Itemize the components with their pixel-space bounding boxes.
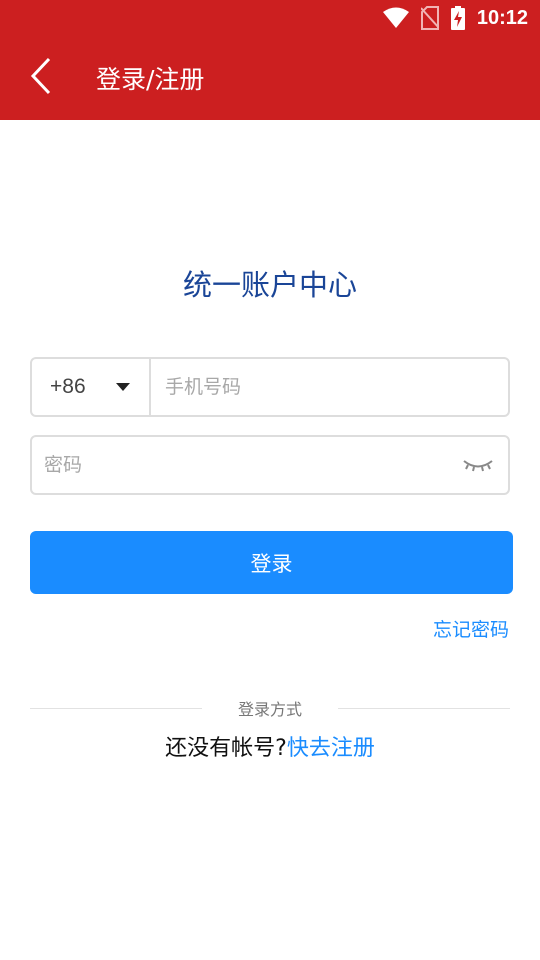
app-bar: 登录/注册 [0,36,540,120]
register-prompt: 还没有帐号?快去注册 [0,730,540,762]
login-method-label: 登录方式 [238,700,303,719]
closed-eye-icon[interactable] [448,437,508,493]
password-input[interactable] [32,437,448,493]
caret-down-icon [115,383,130,391]
password-field [30,435,510,495]
forgot-password-link[interactable]: 忘记密码 [433,615,509,642]
status-time: 10:12 [476,6,528,29]
divider-line-right [338,707,511,709]
phone-number-input[interactable] [151,359,508,415]
phone-field: +86 [30,357,510,417]
status-bar: 10:12 [0,0,540,36]
login-button[interactable]: 登录 [30,531,513,594]
page-title: 登录/注册 [96,65,205,94]
no-account-text: 还没有帐号? [165,736,287,761]
battery-charging-icon [450,6,465,30]
register-link[interactable]: 快去注册 [287,736,375,761]
back-button[interactable] [0,36,88,120]
country-code-label: +86 [50,375,86,398]
country-code-selector[interactable]: +86 [32,359,151,415]
divider-line-left [30,707,202,709]
chevron-left-icon [30,57,52,99]
no-sim-icon [420,6,439,30]
login-method-divider: 登录方式 [30,696,511,720]
wifi-icon [382,7,409,29]
account-center-heading: 统一账户中心 [182,268,357,302]
